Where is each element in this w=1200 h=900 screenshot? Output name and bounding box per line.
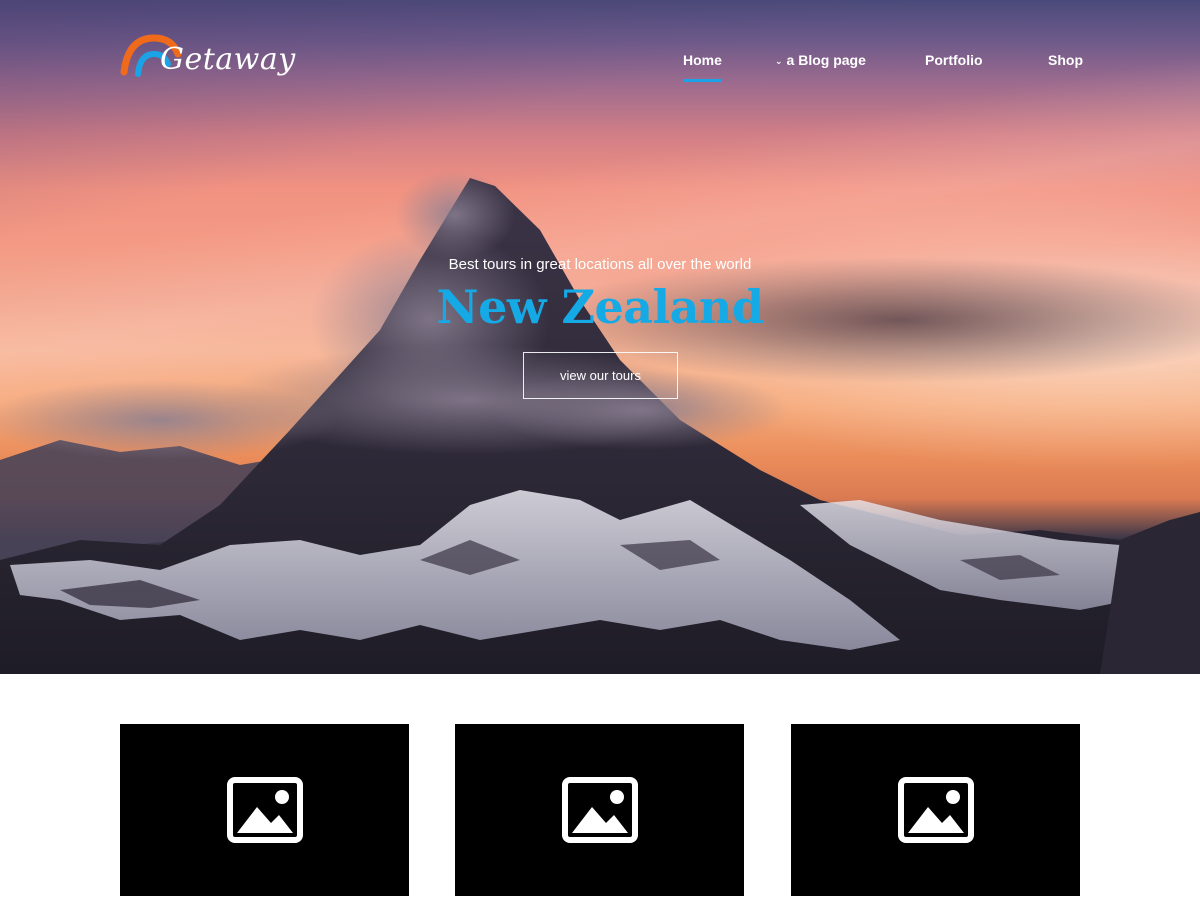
nav-item-blog[interactable]: ⌄ a Blog page: [775, 52, 866, 68]
active-nav-indicator: [683, 79, 722, 82]
image-card[interactable]: [455, 724, 744, 896]
hero-section: Getaway Home ⌄ a Blog page Portfolio Shop…: [0, 0, 1200, 674]
nav-item-label: Portfolio: [925, 52, 983, 68]
nav-item-home[interactable]: Home: [683, 52, 722, 82]
image-placeholder-icon: [897, 777, 974, 843]
view-tours-button-label: view our tours: [560, 368, 641, 383]
image-placeholder-icon: [561, 777, 638, 843]
mountain-background-image: [0, 170, 1200, 674]
image-placeholder-icon: [226, 777, 303, 843]
view-tours-button[interactable]: view our tours: [523, 352, 678, 399]
image-card[interactable]: [791, 724, 1080, 896]
nav-item-label: a Blog page: [786, 52, 866, 68]
nav-item-label: Home: [683, 52, 722, 68]
image-card[interactable]: [120, 724, 409, 896]
chevron-down-icon: ⌄: [775, 56, 783, 66]
nav-item-portfolio[interactable]: Portfolio: [925, 52, 983, 68]
hero-title: New Zealand: [436, 280, 764, 334]
main-navigation: Home ⌄ a Blog page Portfolio Shop: [0, 52, 1200, 82]
hero-tagline: Best tours in great locations all over t…: [448, 256, 752, 273]
nav-item-label: Shop: [1048, 52, 1083, 68]
nav-item-shop[interactable]: Shop: [1048, 52, 1083, 68]
